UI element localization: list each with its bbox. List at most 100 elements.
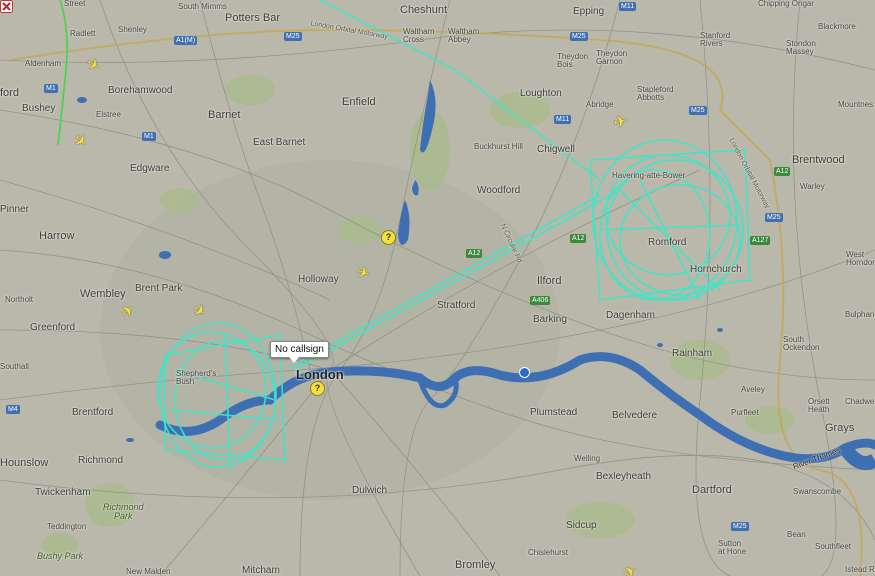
flight-tracker-map[interactable]: Street South Mimms Potters Bar Cheshunt … (0, 0, 875, 576)
place-label: Chipping Ongar (758, 0, 815, 8)
place-label: Richmond Park (103, 502, 144, 521)
place-label: Radlett (70, 29, 96, 38)
place-label: Bushy Park (37, 551, 84, 561)
place-label: Waltham Abbey (448, 27, 480, 44)
place-label: Pinner (0, 204, 29, 215)
place-label: Bexleyheath (596, 471, 652, 482)
place-label: Southall (0, 362, 29, 371)
place-label: Brentford (72, 407, 114, 418)
road-shield: A12 (570, 234, 587, 243)
place-label: Elstree (96, 110, 121, 119)
place-label: Shenley (118, 25, 147, 34)
road-shield: M1 (142, 132, 156, 141)
place-label: Plumstead (530, 407, 578, 418)
road-shield: M25 (689, 106, 707, 115)
place-label: Hounslow (0, 457, 49, 469)
road-shield: A1(M) (174, 36, 198, 45)
selected-aircraft-icon[interactable] (0, 0, 13, 13)
place-label: Brent Park (135, 283, 183, 294)
place-label: Shepherd's Bush (176, 369, 217, 386)
place-label: ford (0, 87, 19, 99)
place-label: New Malden (126, 567, 171, 576)
place-label: Abridge (586, 100, 614, 109)
place-label: Stapleford Abbotts (637, 85, 674, 102)
place-label: Dartford (692, 484, 732, 496)
road-shield: A127 (750, 236, 771, 245)
road-shield: M25 (570, 32, 588, 41)
place-label: Northolt (5, 295, 34, 304)
road-shield: A12 (466, 249, 483, 258)
location-pin-icon[interactable] (519, 367, 530, 378)
aircraft-callout[interactable]: No callsign (270, 341, 329, 363)
place-label: Edgware (130, 163, 170, 174)
place-label: Teddington (47, 522, 87, 531)
place-label: Bushey (22, 103, 56, 114)
place-label: West Horndon (846, 250, 875, 267)
place-label: South Mimms (178, 2, 227, 11)
place-label: Bromley (455, 559, 496, 571)
question-marker-icon[interactable]: ? (381, 230, 396, 245)
place-label: Richmond (78, 455, 124, 466)
place-label: London (296, 367, 344, 382)
place-label: Theydon Bois (557, 52, 589, 69)
road-shield: M25 (284, 32, 302, 41)
place-label: Barking (533, 314, 567, 325)
place-label: Dagenham (606, 310, 655, 321)
place-label: Stondon Massey (786, 39, 816, 56)
place-label: Bean (787, 530, 806, 539)
callout-label: No callsign (275, 344, 324, 355)
place-label: Twickenham (35, 487, 91, 498)
place-label: Welling (574, 454, 601, 463)
place-label: Barnet (208, 109, 241, 121)
place-label: Stanford Rivers (700, 31, 731, 48)
question-marker-icon[interactable]: ? (310, 381, 325, 396)
place-label: Stratford (437, 300, 476, 311)
place-label: Aldenham (25, 59, 62, 68)
place-label: Buckhurst Hill (474, 142, 523, 151)
place-label: Wembley (80, 288, 126, 300)
place-label: Enfield (342, 96, 376, 108)
place-label: Chislehurst (528, 548, 569, 557)
place-label: Chigwell (537, 144, 575, 155)
place-label: Cheshunt (400, 4, 448, 16)
place-label: Sutton at Hone (718, 539, 747, 556)
place-label: Aveley (741, 385, 765, 394)
place-label: Greenford (30, 322, 76, 333)
place-label: Mountnes (838, 100, 874, 109)
place-label: Theydon Garnon (596, 49, 628, 66)
place-label: Chadwell (845, 397, 875, 406)
place-label: Holloway (298, 274, 339, 285)
place-label: Romford (648, 237, 687, 248)
road-shield: A12 (774, 167, 791, 176)
place-label: Epping (573, 6, 605, 17)
place-label: Ilford (537, 275, 562, 287)
place-label: Swanscombe (793, 487, 842, 496)
road-shield: M11 (554, 115, 572, 124)
road-shield: M1 (44, 84, 58, 93)
place-label: Warley (800, 182, 825, 191)
place-label: Woodford (477, 185, 521, 196)
road-shield: M25 (731, 522, 749, 531)
place-label: East Barnet (253, 137, 306, 148)
place-label: Rainham (672, 348, 713, 359)
place-label: Havering-atte-Bower (612, 171, 686, 180)
place-label: Bulphan (845, 310, 875, 319)
place-label: Brentwood (792, 154, 845, 166)
place-label: Mitcham (242, 565, 280, 576)
place-label: Southfleet (815, 542, 852, 551)
place-label: Loughton (520, 88, 562, 99)
place-label: Belvedere (612, 410, 658, 421)
place-label: Istead Ri (845, 565, 875, 574)
place-label: Waltham Cross (403, 27, 435, 44)
place-label: Hornchurch (690, 264, 742, 275)
place-label: Blackmore (818, 22, 856, 31)
place-label: Harrow (39, 230, 75, 242)
place-label: South Ockendon (783, 335, 820, 352)
place-label: Sidcup (566, 520, 597, 531)
road-shield: M25 (765, 213, 783, 222)
place-label: Grays (825, 422, 855, 434)
place-label: Dulwich (352, 485, 388, 496)
place-label: Borehamwood (108, 85, 173, 96)
road-shield: M4 (6, 405, 20, 414)
road-shield: A406 (530, 296, 551, 305)
